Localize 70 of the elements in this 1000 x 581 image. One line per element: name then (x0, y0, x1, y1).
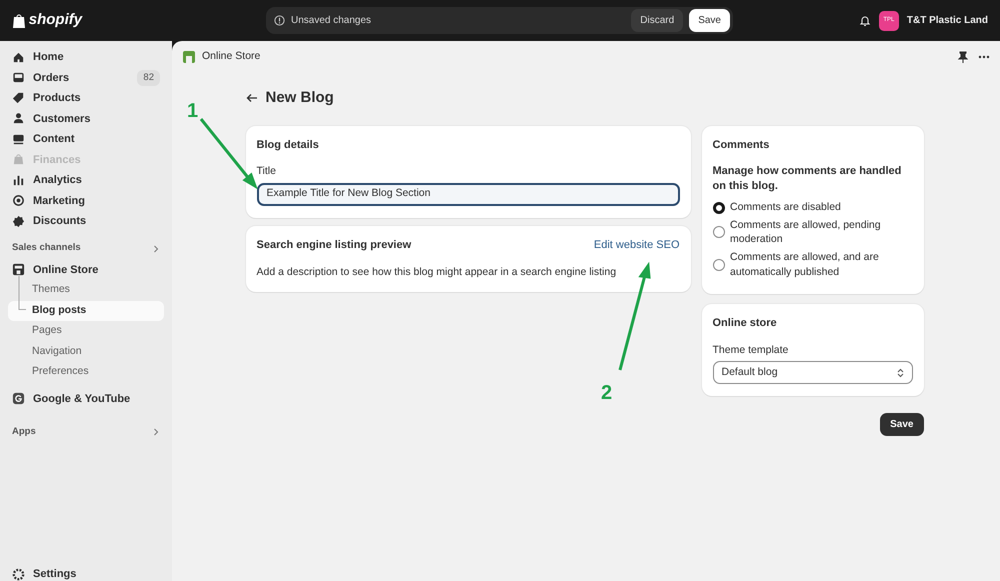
title-field[interactable]: Example Title for New Blog Section (256, 182, 680, 206)
more-icon[interactable] (978, 55, 990, 59)
radio-label[interactable]: Comments are allowed, pending moderation (730, 218, 912, 248)
store-icon (12, 263, 25, 276)
sidebar-item[interactable]: Analytics (8, 170, 164, 190)
store-name[interactable]: T&T Plastic Land (906, 13, 988, 28)
g-logo-icon (12, 392, 25, 406)
breadcrumb[interactable]: Online Store (202, 49, 260, 65)
count-badge: 82 (137, 70, 160, 86)
back-arrow-icon[interactable] (246, 93, 258, 104)
bag-icon (12, 153, 25, 166)
bar-chart-icon (12, 174, 25, 187)
tag-icon (12, 92, 25, 105)
sidebar-item[interactable]: Settings (8, 567, 164, 581)
radio-label[interactable]: Comments are disabled (730, 200, 841, 215)
gear-icon (12, 568, 25, 580)
sidebar-item[interactable]: Marketing (8, 190, 164, 211)
annotation-number: 1 (187, 101, 198, 121)
sidebar-item[interactable]: Online Store (8, 260, 164, 280)
target-icon (12, 194, 25, 208)
chevron-right-icon[interactable] (152, 244, 160, 252)
sidebar-item[interactable]: Customers (8, 108, 164, 129)
sidebar-item[interactable]: Discounts (8, 211, 164, 232)
sidebar-subitem[interactable]: Navigation (8, 342, 164, 362)
sidebar-subitem[interactable]: Preferences (8, 362, 164, 382)
sidebar-item[interactable]: Google & YouTube (8, 388, 164, 409)
card-heading: Online store (712, 316, 778, 332)
bell-icon[interactable] (858, 14, 871, 26)
save-button[interactable]: Save (689, 9, 730, 32)
annotation-arrow (200, 118, 258, 190)
seo-description: Add a description to see how this blog might appear in a search engine listing (256, 264, 618, 280)
store-icon (182, 50, 196, 64)
radio-button[interactable] (712, 202, 724, 214)
page-title: New Blog (266, 88, 334, 108)
home-icon (12, 50, 25, 64)
radio-label[interactable]: Comments are allowed, and are automatically published (730, 250, 912, 280)
card-heading: Blog details (256, 138, 320, 152)
comments-prompt: Manage how comments are handled on this blog. (712, 164, 902, 194)
shopping-bag-icon (12, 12, 26, 28)
inbox-icon (12, 71, 25, 84)
tree-connector (18, 276, 28, 312)
section-heading: Sales channels (12, 241, 81, 256)
annotation-number: 2 (601, 383, 612, 403)
radio-button[interactable] (712, 258, 724, 271)
sidebar-subitem[interactable]: Blog posts (8, 300, 164, 321)
sidebar-subitem[interactable]: Themes (8, 280, 164, 300)
section-heading: Apps (12, 424, 36, 439)
radio-button[interactable] (712, 226, 724, 238)
sidebar-item[interactable]: Home (8, 47, 164, 68)
sidebar-item[interactable]: Products (8, 88, 164, 108)
chevron-right-icon[interactable] (152, 428, 160, 436)
unsaved-message: Unsaved changes (291, 14, 372, 28)
save-button[interactable]: Save (880, 412, 924, 436)
brand-logo[interactable]: shopify (28, 9, 82, 32)
field-label: Theme template (712, 342, 790, 358)
sidebar-subitem[interactable]: Pages (8, 321, 164, 342)
monitor-icon (12, 132, 25, 146)
sidebar-item[interactable]: Content (8, 129, 164, 150)
pin-icon[interactable] (958, 51, 968, 63)
card-heading: Comments (712, 138, 770, 152)
theme-template-select[interactable]: Default blog (712, 361, 912, 384)
sidebar-item[interactable]: Orders 82 (8, 68, 164, 88)
card-heading: Search engine listing preview (256, 238, 412, 253)
person-icon (12, 112, 25, 126)
discard-button[interactable]: Discard (631, 9, 684, 32)
alert-icon (274, 15, 285, 26)
badge-icon (12, 214, 25, 228)
edit-seo-link[interactable]: Edit website SEO (594, 237, 680, 254)
select-caret-icon (896, 368, 904, 378)
field-label: Title (256, 164, 277, 179)
